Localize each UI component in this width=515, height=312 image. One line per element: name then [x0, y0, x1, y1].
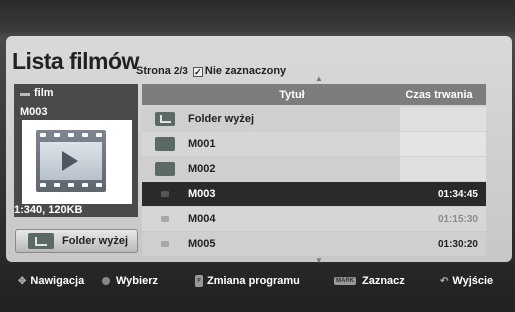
ok-icon: [102, 277, 110, 285]
footer-select-label: Wybierz: [116, 275, 158, 287]
item-duration: 01:15:30: [437, 213, 478, 225]
list-item-m005[interactable]: M005 01:30:20: [142, 232, 486, 256]
footer-navigate: ✥ Nawigacja: [18, 275, 84, 287]
list-item-m001[interactable]: M001: [142, 132, 486, 156]
play-icon: [62, 151, 78, 171]
checkbox-label: Nie zaznaczony: [204, 65, 287, 77]
checkbox-icon[interactable]: ✓: [192, 67, 203, 77]
footer-navigate-label: Nawigacja: [30, 275, 85, 287]
footer-program: P Zmiana programu: [195, 275, 300, 287]
page-indicator: Strona 2/3 ✓ Nie zaznaczony: [136, 65, 286, 77]
mark-key-icon: MARK: [334, 277, 356, 285]
list-item-m002[interactable]: M002: [142, 157, 486, 181]
page-number: 2/3: [173, 66, 188, 77]
video-file-icon: [161, 216, 169, 222]
page-title: Lista filmów: [12, 48, 139, 74]
list-item-m003[interactable]: M003 01:34:45: [142, 182, 486, 206]
footer-select: Wybierz: [102, 275, 158, 287]
column-duration: Czas trwania: [405, 88, 473, 101]
folder-label: film: [34, 87, 54, 99]
program-icon: P: [195, 275, 203, 287]
footer-mark-label: Zaznacz: [362, 275, 405, 287]
folder-icon: [155, 137, 175, 151]
folder-up-label: Folder wyżej: [62, 235, 129, 247]
video-thumbnail: [22, 120, 132, 204]
folder-icon: ▬: [20, 88, 30, 99]
exit-icon: ↶: [440, 275, 449, 287]
video-file-icon: [161, 241, 169, 247]
footer-mark: MARK Zaznacz: [334, 275, 405, 287]
footer-exit-label: Wyjście: [452, 275, 494, 287]
item-name: M004: [188, 213, 216, 225]
page-prefix: Strona: [136, 65, 174, 77]
video-file-icon: [161, 191, 169, 197]
folder-up-button[interactable]: Folder wyżej: [15, 229, 138, 253]
folder-up-icon: [28, 233, 54, 249]
folder-up-icon: [155, 112, 175, 126]
scroll-down-icon[interactable]: ▼: [315, 256, 323, 265]
film-icon: [36, 130, 106, 192]
file-list: Folder wyżej M001 M002 M003 01:34:45 M00…: [142, 107, 486, 257]
list-item-m004[interactable]: M004 01:15:30: [142, 207, 486, 231]
list-header: Tytuł Czas trwania: [142, 84, 486, 105]
item-name: M005: [188, 238, 216, 250]
folder-icon: [155, 162, 175, 176]
navigation-icon: ✥: [18, 275, 27, 287]
item-name: M003: [188, 188, 216, 200]
footer-bar: ✥ Nawigacja Wybierz P Zmiana programu MA…: [0, 268, 515, 294]
preview-item-name: M003: [20, 106, 48, 118]
scroll-up-icon[interactable]: ▲: [315, 74, 323, 83]
item-duration: 01:30:20: [437, 238, 478, 250]
list-item-folder-up[interactable]: Folder wyżej: [142, 107, 486, 131]
column-title: Tytuł: [279, 88, 305, 101]
footer-exit: ↶ Wyjście: [440, 275, 493, 287]
item-duration: 01:34:45: [437, 188, 478, 200]
file-info: 1:340, 120KB: [14, 204, 83, 216]
footer-program-label: Zmiana programu: [207, 275, 300, 287]
current-folder: ▬ film: [20, 87, 54, 99]
